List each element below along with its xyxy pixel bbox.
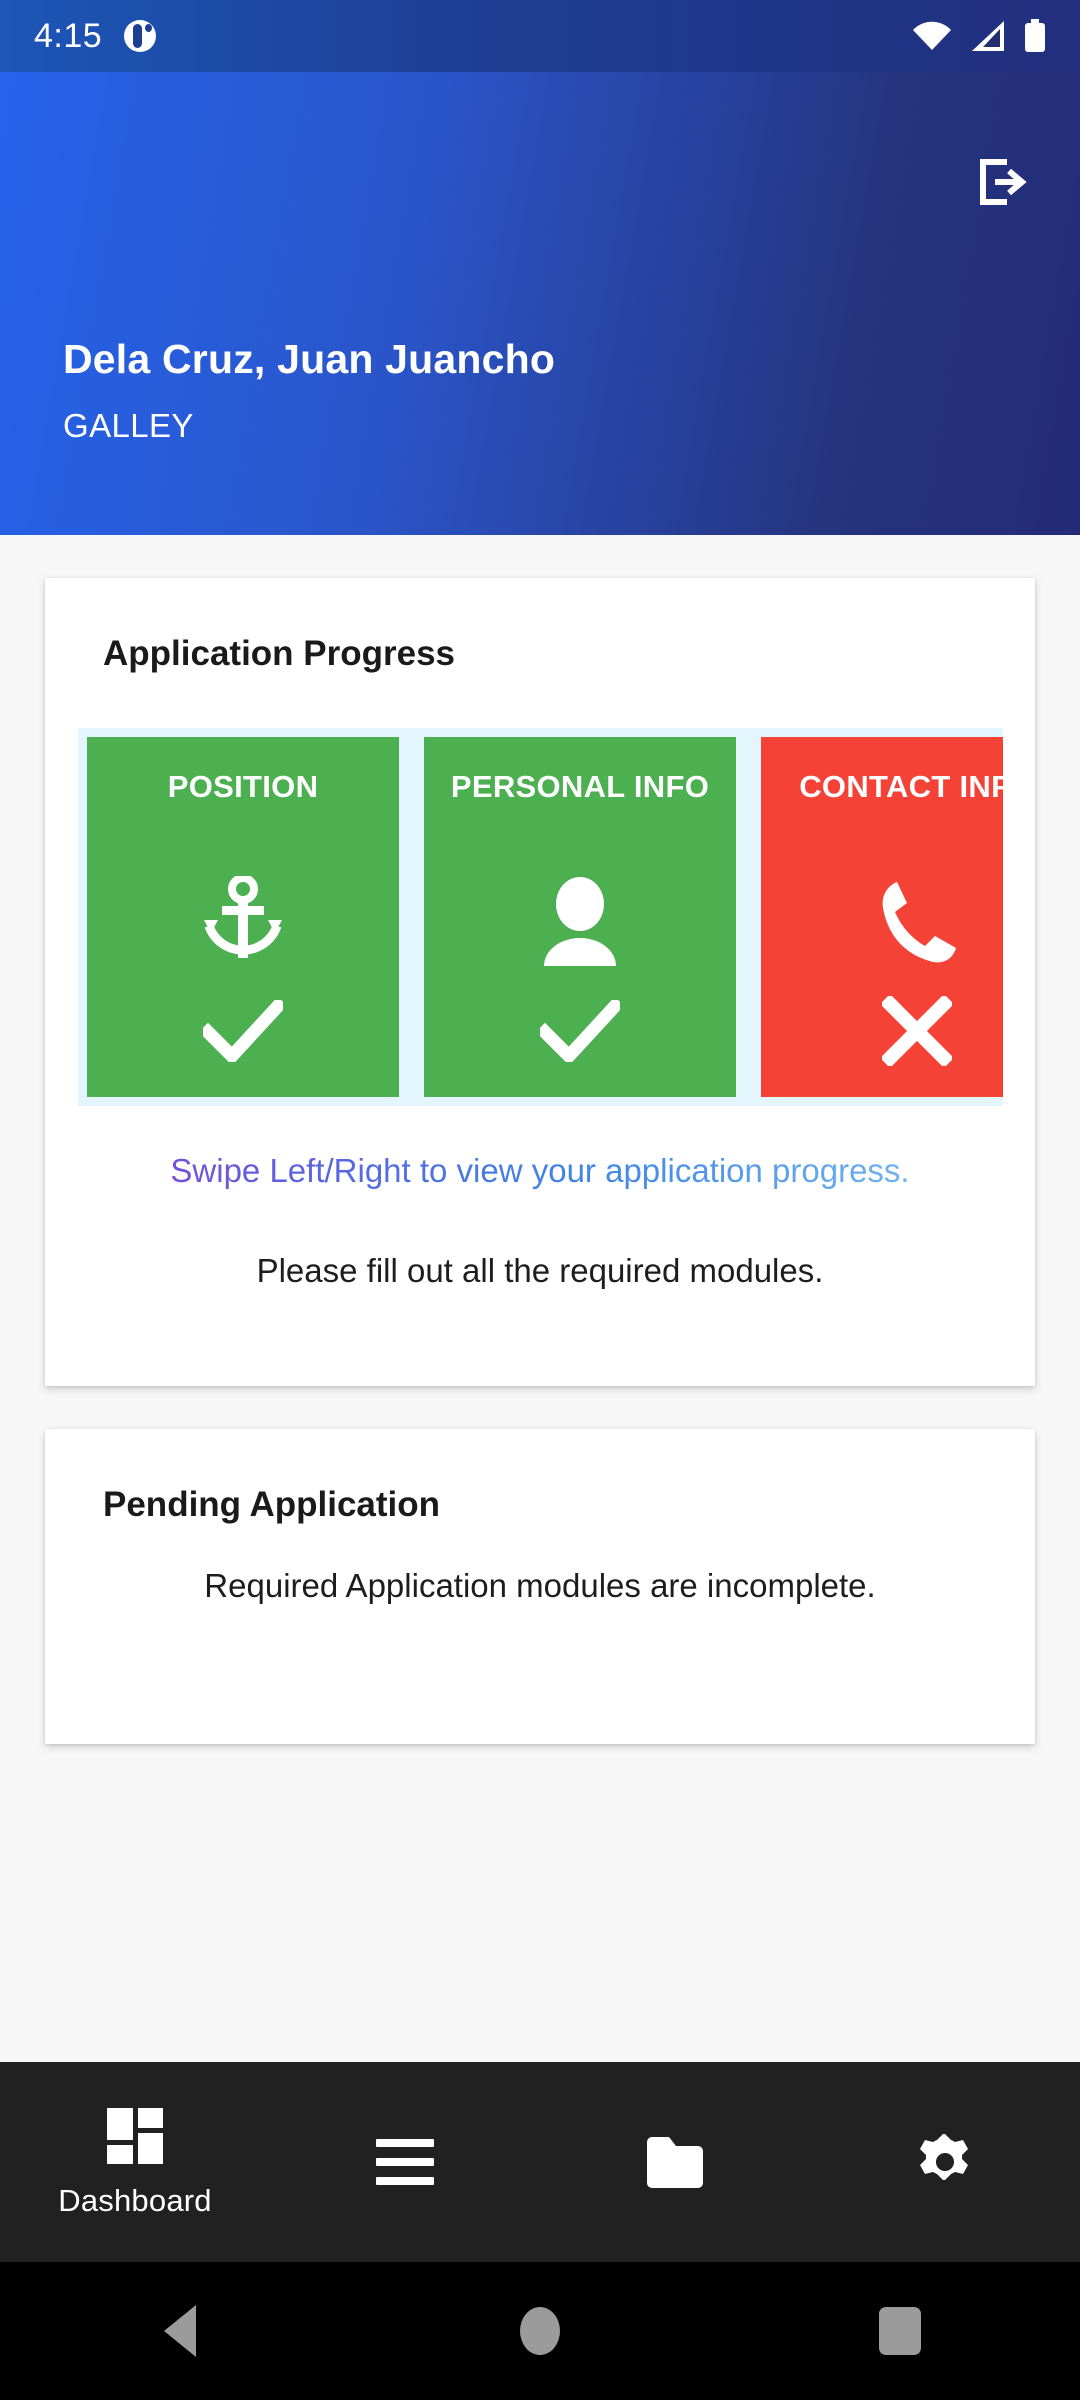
status-bar-icons <box>912 19 1046 53</box>
progress-tile-contact-info[interactable]: CONTACT INFO <box>761 737 1003 1097</box>
nav-item-label: Dashboard <box>58 2183 212 2218</box>
progress-tile-personal-info[interactable]: PERSONAL INFO <box>424 737 736 1097</box>
tile-label: PERSONAL INFO <box>450 769 710 804</box>
wifi-icon <box>912 21 952 51</box>
app-header: Dela Cruz, Juan Juancho GALLEY <box>0 72 1080 535</box>
nav-item-menu[interactable] <box>270 2062 540 2262</box>
pending-title: Pending Application <box>103 1485 441 1525</box>
nav-item-dashboard[interactable]: Dashboard <box>0 2062 270 2262</box>
pending-message: Required Application modules are incompl… <box>204 1567 876 1605</box>
instruction-text: Please fill out all the required modules… <box>256 1252 824 1290</box>
progress-tile-position[interactable]: POSITION <box>87 737 399 1097</box>
page-title: Application Progress <box>103 634 456 673</box>
bottom-navigation: Dashboard <box>0 2062 1080 2262</box>
pending-application-card: Pending Application Required Application… <box>45 1429 1035 1745</box>
user-name: Dela Cruz, Juan Juancho <box>63 336 556 382</box>
android-back-button[interactable] <box>0 2305 360 2357</box>
cellular-signal-icon <box>970 20 1006 52</box>
tile-label: POSITION <box>167 769 319 804</box>
dashboard-grid-icon <box>107 2105 163 2167</box>
home-circle-icon <box>520 2307 560 2355</box>
nav-item-settings[interactable] <box>810 2062 1080 2262</box>
phone-icon <box>875 874 959 969</box>
check-icon <box>540 991 620 1071</box>
recents-square-icon <box>879 2307 921 2355</box>
android-home-button[interactable] <box>360 2307 720 2355</box>
logout-icon <box>973 154 1029 215</box>
app-notification-icon <box>124 20 157 52</box>
cross-icon <box>882 991 952 1071</box>
back-triangle-icon <box>164 2305 196 2357</box>
main-content: Application Progress POSITION PERSONAL I… <box>0 535 1080 2062</box>
android-recents-button[interactable] <box>720 2307 1080 2355</box>
phone-screen: 4:15 Dela Cruz, Juan Juancho GALLEY Appl… <box>0 0 1080 2400</box>
status-bar: 4:15 <box>0 0 1080 72</box>
gear-icon <box>915 2131 975 2193</box>
person-icon <box>538 874 622 969</box>
menu-hamburger-icon <box>376 2131 434 2193</box>
android-navigation-bar <box>0 2262 1080 2400</box>
check-icon <box>203 991 283 1071</box>
progress-carousel[interactable]: POSITION PERSONAL INFO CONTACT INF <box>78 728 1003 1106</box>
tile-label: CONTACT INFO <box>799 769 1003 804</box>
folder-icon <box>645 2131 705 2193</box>
status-bar-clock: 4:15 <box>34 17 103 55</box>
anchor-icon <box>201 874 285 969</box>
nav-item-files[interactable] <box>540 2062 810 2262</box>
battery-icon <box>1024 19 1046 53</box>
user-department: GALLEY <box>63 407 194 444</box>
logout-button[interactable] <box>964 147 1038 221</box>
application-progress-card: Application Progress POSITION PERSONAL I… <box>45 578 1035 1387</box>
swipe-hint-text: Swipe Left/Right to view your applicatio… <box>45 1150 1035 1192</box>
